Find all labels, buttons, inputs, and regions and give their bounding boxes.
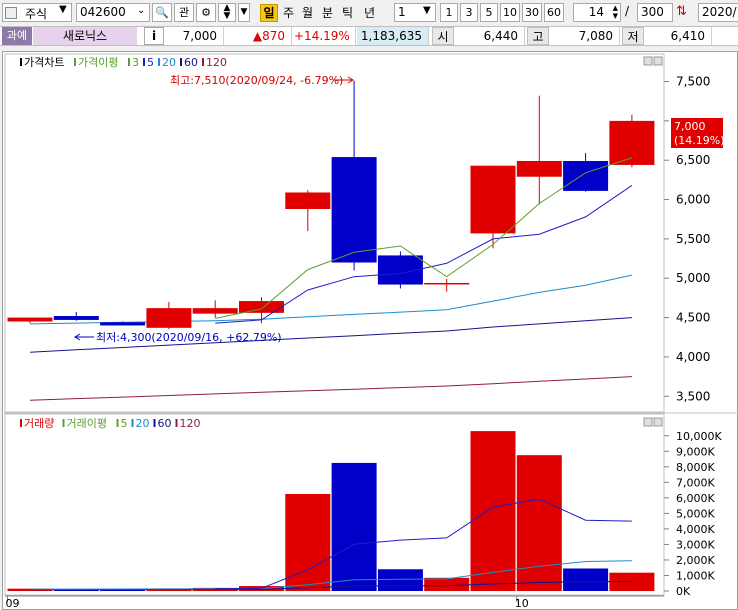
- candle-body: [424, 282, 470, 285]
- high-annotation: 최고:7,510(2020/09/24, -6.79%): [170, 74, 343, 87]
- price-ytick-label: 3,500: [676, 389, 710, 403]
- candle-body: [331, 157, 377, 263]
- price-ytick-label: 4,000: [676, 350, 710, 364]
- candle-body: [192, 308, 238, 314]
- x-tick-label: 10: [515, 597, 529, 610]
- candle-body: [100, 322, 146, 326]
- x-tick-label: 09: [6, 597, 20, 610]
- price-ytick-label: 6,000: [676, 193, 710, 207]
- price-ytick-label: 6,500: [676, 153, 710, 167]
- last-price-pct: (14.19%): [674, 134, 725, 147]
- low-annotation: 최저:4,300(2020/09/16, +62.79%): [96, 331, 282, 344]
- price-legend-swatch: [180, 58, 182, 66]
- volume-legend-swatch: [62, 419, 65, 427]
- price-legend-swatch: [20, 58, 22, 66]
- chart-svg: 3,500 4,000 4,500 5,000 5,500 6,000 6,500 7,500…: [4, 53, 738, 610]
- volume-legend-swatch: [153, 419, 156, 427]
- volume-legend-swatch: [131, 419, 134, 427]
- price-legend-label: 가격차트: [24, 56, 64, 69]
- price-legend-label: 120: [206, 56, 227, 69]
- volume-ytick-label: 6,000K: [676, 492, 715, 505]
- candle-body: [470, 165, 516, 234]
- volume-legend-label: 거래이평: [67, 417, 107, 430]
- price-legend-swatch: [158, 58, 160, 66]
- price-legend-label: 20: [162, 56, 176, 69]
- volume-ytick-label: 5,000K: [676, 507, 715, 520]
- volume-bar: [563, 568, 609, 591]
- volume-ytick-label: 4,000K: [676, 523, 715, 536]
- panel-close-icon[interactable]: [653, 56, 663, 66]
- price-legend-swatch: [143, 58, 145, 66]
- panel-minimize-icon[interactable]: [643, 417, 653, 427]
- candle-body: [239, 301, 284, 313]
- panel-close-icon[interactable]: [653, 417, 663, 427]
- volume-legend-swatch: [116, 419, 119, 427]
- price-legend-label: 3: [132, 56, 139, 69]
- price-plot: 3,500 4,000 4,500 5,000 5,500 6,000 6,500 7,500…: [7, 74, 725, 403]
- candle-body: [516, 161, 562, 177]
- candle-body: [7, 317, 53, 322]
- candle-body: [53, 316, 99, 320]
- volume-legend-label: 120: [180, 417, 201, 430]
- volume-ytick-label: 10,000K: [676, 430, 722, 443]
- volume-ytick-label: 7,000K: [676, 476, 715, 489]
- volume-ytick-label: 1,000K: [676, 569, 715, 582]
- volume-legend-swatch: [175, 419, 178, 427]
- volume-ytick-label: 3,000K: [676, 538, 715, 551]
- candle-body: [563, 161, 609, 191]
- price-legend-swatch: [74, 58, 76, 66]
- volume-legend-label: 거래량: [24, 417, 54, 430]
- volume-bar: [424, 577, 470, 591]
- volume-legend-label: 5: [121, 417, 128, 430]
- volume-plot: 0K 1,000K 2,000K 3,000K 4,000K 5,000K 6,000K 7,…: [6, 430, 723, 610]
- volume-bar: [377, 569, 423, 591]
- price-legend-label: 60: [184, 56, 198, 69]
- last-price-label: 7,000: [674, 120, 706, 133]
- volume-ytick-label: 8,000K: [676, 461, 715, 474]
- price-ytick-label: 7,500: [676, 75, 710, 89]
- price-ytick-label: 5,000: [676, 271, 710, 285]
- volume-legend-swatch: [20, 419, 22, 427]
- price-ytick-label: 4,500: [676, 311, 710, 325]
- price-legend-swatch: [128, 58, 130, 66]
- price-legend-label: 5: [147, 56, 154, 69]
- volume-bar: [516, 455, 562, 591]
- volume-ytick-label: 0K: [676, 585, 691, 598]
- volume-legend-label: 60: [158, 417, 172, 430]
- volume-bar: [331, 462, 377, 591]
- candle-body: [285, 192, 331, 210]
- price-ma120-line: [29, 376, 632, 401]
- volume-legend-label: 20: [136, 417, 150, 430]
- price-ytick-label: 5,500: [676, 232, 710, 246]
- volume-bar: [470, 431, 516, 591]
- panel-minimize-icon[interactable]: [643, 56, 653, 66]
- legends: 가격차트 가격이평 3 5 20 60 120거래량 거래이평 5 20 60 120: [20, 56, 227, 430]
- price-legend-swatch: [202, 58, 204, 66]
- volume-ytick-label: 9,000K: [676, 445, 715, 458]
- price-legend-label: 가격이평: [78, 56, 118, 69]
- candle-body: [146, 308, 192, 328]
- price-ma20-line: [29, 274, 633, 325]
- volume-ytick-label: 2,000K: [676, 554, 715, 567]
